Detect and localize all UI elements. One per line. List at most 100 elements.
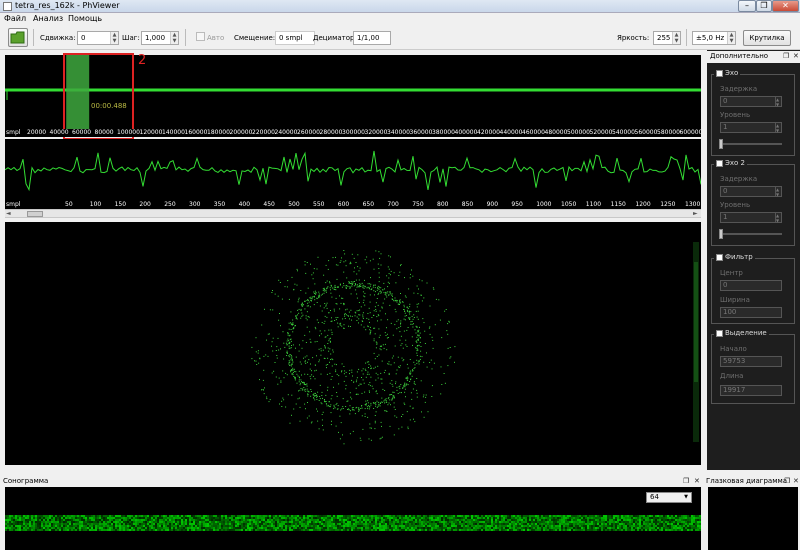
ruler-tick: 560000 bbox=[634, 129, 658, 136]
scroll-left-arrow[interactable]: ◄ bbox=[6, 210, 11, 217]
echo-slider[interactable] bbox=[719, 139, 782, 149]
filter-checkbox[interactable] bbox=[716, 253, 723, 261]
ruler-tick: 550 bbox=[313, 201, 325, 208]
echo2-slider-handle bbox=[719, 229, 723, 239]
side-panel-title: Дополнительно bbox=[710, 52, 769, 60]
decimator-label: Дециматор: bbox=[313, 34, 357, 42]
ruler-tick: 100000 bbox=[117, 129, 140, 136]
echo2-level-input[interactable]: 1 ▲ ▼ bbox=[720, 212, 782, 223]
float-icon[interactable]: ❐ bbox=[783, 52, 789, 60]
ruler-tick: 240000 bbox=[274, 129, 298, 136]
frequency-stepper[interactable]: ±5,0 Hz ▲ ▼ bbox=[692, 31, 736, 45]
fft-size-select[interactable]: 64 ▼ bbox=[646, 492, 692, 503]
open-file-button[interactable] bbox=[8, 28, 28, 47]
ruler-tick: 700 bbox=[387, 201, 399, 208]
ruler-tick: 180000 bbox=[207, 129, 230, 136]
brightness-label: Яркость: bbox=[617, 34, 650, 42]
ruler-tick: 360000 bbox=[409, 129, 433, 136]
step-stepper[interactable]: 1,000 ▲ ▼ bbox=[141, 31, 179, 45]
sonogram-header: Сонограмма ❐ ✕ bbox=[0, 476, 703, 487]
menu-bar: Файл Анализ Помощь bbox=[0, 13, 800, 25]
side-panel-header: Дополнительно ❐ ✕ bbox=[707, 51, 800, 63]
echo2-slider[interactable] bbox=[719, 229, 782, 239]
sonogram-close-icon[interactable]: ✕ bbox=[694, 477, 700, 485]
ruler-tick: 420000 bbox=[477, 129, 500, 136]
echo-level-input[interactable]: 1 ▲ ▼ bbox=[720, 122, 782, 133]
waveform-graph bbox=[5, 150, 701, 192]
constellation-panel[interactable] bbox=[5, 222, 701, 465]
echo-delay-input[interactable]: 0 ▲ ▼ bbox=[720, 96, 782, 107]
selection-start-input[interactable]: 59753 bbox=[720, 356, 782, 367]
toolbar: Сдвижка: 0 ▲ ▼ Шаг: 1,000 ▲ ▼ Авто Смещение:… bbox=[0, 25, 800, 50]
minimize-button[interactable]: – bbox=[738, 0, 756, 12]
echo-title: Эхо bbox=[725, 69, 739, 77]
offset-input[interactable]: 0 smpl bbox=[275, 31, 315, 45]
ruler-tick: 580000 bbox=[657, 129, 680, 136]
eye-diagram-panel bbox=[708, 487, 798, 550]
app-icon bbox=[3, 2, 12, 11]
ruler-tick: 520000 bbox=[589, 129, 613, 136]
filter-center-input[interactable]: 0 bbox=[720, 280, 782, 291]
ruler-tick: 20000 bbox=[27, 129, 47, 136]
waveform-ruler: smpl 50 100 150 200 250 300 350 400 450 500 550 600 6… bbox=[5, 201, 701, 209]
ruler-tick: 160000 bbox=[184, 129, 208, 136]
filter-width-input[interactable]: 100 bbox=[720, 307, 782, 318]
scroll-right-arrow[interactable]: ► bbox=[693, 210, 698, 217]
echo2-delay-input[interactable]: 0 ▲ ▼ bbox=[720, 186, 782, 197]
ruler-tick: 280000 bbox=[319, 129, 343, 136]
sonogram-float-icon[interactable]: ❐ bbox=[683, 477, 689, 485]
echo2-checkbox[interactable] bbox=[716, 159, 723, 167]
selection-checkbox[interactable] bbox=[716, 329, 723, 337]
close-button[interactable]: ✕ bbox=[772, 0, 799, 12]
menu-help[interactable]: Помощь bbox=[68, 14, 102, 23]
constellation-plot bbox=[251, 242, 699, 445]
ruler-tick: 320000 bbox=[364, 129, 388, 136]
echo2-level-label: Уровень bbox=[720, 201, 751, 209]
annotation-box bbox=[63, 53, 134, 140]
chevron-down-icon: ▼ bbox=[684, 494, 688, 500]
eye-float-icon[interactable]: ❐ bbox=[784, 477, 790, 485]
title-bar: tetra_res_162k - PhViewer – ❐ ✕ bbox=[0, 0, 800, 13]
ruler-tick: 1050 bbox=[561, 201, 577, 208]
close-panel-icon[interactable]: ✕ bbox=[793, 52, 799, 60]
shift-label: Сдвижка: bbox=[40, 34, 76, 42]
horizontal-scrollbar[interactable]: ◄ ► bbox=[5, 209, 701, 218]
ruler-tick: 60000 bbox=[72, 129, 92, 136]
selection-length-input[interactable]: 19917 bbox=[720, 385, 782, 396]
auto-checkbox[interactable] bbox=[196, 32, 205, 41]
ruler-tick: 400 bbox=[238, 201, 251, 208]
brightness-stepper[interactable]: 255 ▲ ▼ bbox=[653, 31, 681, 45]
eye-close-icon[interactable]: ✕ bbox=[793, 477, 799, 485]
steepness-button[interactable]: Крутилка bbox=[743, 30, 791, 46]
maximize-button[interactable]: ❐ bbox=[756, 0, 772, 12]
filter-group: Фильтр Центр 0 Ширина 100 bbox=[711, 253, 795, 324]
ruler-unit: smpl bbox=[6, 129, 21, 136]
auto-label: Авто bbox=[207, 34, 225, 42]
ruler-tick: 220000 bbox=[252, 129, 275, 136]
ruler-tick: 120000 bbox=[139, 129, 163, 136]
menu-file[interactable]: Файл bbox=[4, 14, 26, 23]
ruler-tick: 300 bbox=[189, 201, 201, 208]
waveform-panel[interactable] bbox=[5, 139, 701, 201]
ruler-tick: 1150 bbox=[610, 201, 626, 208]
ruler-tick: 260000 bbox=[297, 129, 320, 136]
ruler-tick: 950 bbox=[511, 201, 523, 208]
shift-stepper[interactable]: 0 ▲ ▼ bbox=[77, 31, 119, 45]
sonogram-graph bbox=[5, 515, 701, 531]
overview-ruler: smpl 20000 40000 60000 80000 100000 120000 1400… bbox=[5, 129, 701, 137]
echo2-delay-label: Задержка bbox=[720, 175, 758, 183]
ruler-tick: 100 bbox=[89, 201, 102, 208]
decimator-input[interactable]: 1/1,00 bbox=[353, 31, 391, 45]
echo2-group: Эхо 2 Задержка 0 ▲ ▼ Уровень 1 ▲ ▼ bbox=[711, 159, 795, 246]
menu-analysis[interactable]: Анализ bbox=[33, 14, 63, 23]
folder-icon bbox=[10, 31, 25, 44]
ruler-tick: 250 bbox=[164, 201, 176, 208]
echo-checkbox[interactable] bbox=[716, 69, 723, 77]
echo-delay-label: Задержка bbox=[720, 85, 758, 93]
ruler-tick: 1250 bbox=[660, 201, 676, 208]
step-label: Шаг: bbox=[122, 34, 140, 42]
scrollbar-thumb[interactable] bbox=[27, 211, 43, 217]
selection-group: Выделение Начало 59753 Длина 19917 bbox=[711, 329, 795, 404]
ruler-tick: 80000 bbox=[94, 129, 114, 136]
echo-group: Эхо Задержка 0 ▲ ▼ Уровень 1 ▲ ▼ bbox=[711, 69, 795, 156]
